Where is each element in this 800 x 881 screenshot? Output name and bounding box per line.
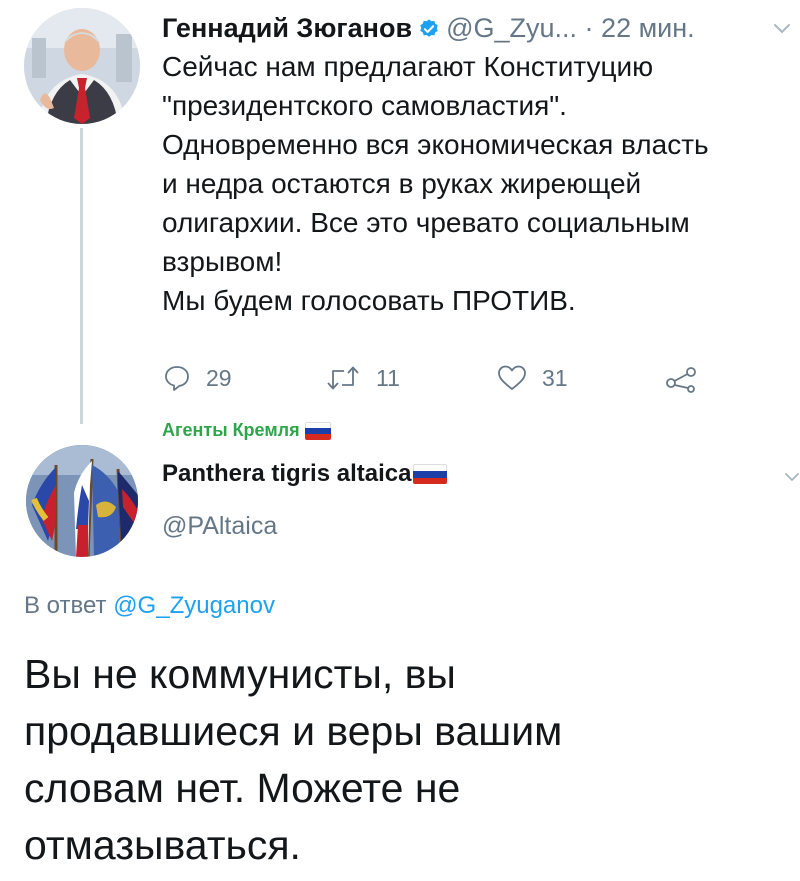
like-count: 31 — [542, 364, 568, 391]
reply-icon — [165, 366, 189, 391]
retweet-count: 11 — [376, 364, 400, 391]
reply-author-avatar[interactable] — [26, 445, 138, 557]
reply-author-name-row[interactable]: Panthera tigris altaica — [162, 460, 448, 488]
tweet-header: Геннадий Зюганов @G_Zyu... · 22 мин. — [162, 10, 695, 46]
reply-text-line: продавшиеся и веры вашим — [24, 708, 563, 754]
retweet-button[interactable]: 11 — [324, 360, 400, 396]
reply-to-mention-link[interactable]: @G_Zyuganov — [113, 592, 275, 619]
reply-to-context: В ответ @G_Zyuganov — [24, 592, 275, 620]
share-button[interactable] — [664, 360, 700, 396]
reply-author-handle[interactable]: @PAltaica — [162, 512, 277, 541]
chevron-down-icon[interactable] — [772, 22, 792, 36]
reply-button[interactable]: 29 — [162, 360, 232, 396]
author-name[interactable]: Геннадий Зюганов — [162, 13, 412, 43]
tweet-text-line: Сейчас нам предлагают Конституцию — [162, 51, 654, 82]
tweet-text-line: и недра остаются в руках жиреющей — [162, 168, 642, 199]
group-label-text: Агенты Кремля — [162, 420, 300, 440]
tweet-text-line: Одновременно вся экономическая власть — [162, 129, 709, 160]
heart-icon — [498, 365, 526, 390]
group-label: Агенты Кремля — [162, 420, 331, 441]
reply-text-line: отмазываться. — [24, 822, 301, 868]
reply-text-line: Вы не коммунисты, вы — [24, 651, 456, 697]
separator-dot: · — [584, 13, 594, 43]
russian-flag-icon — [304, 421, 331, 440]
tweet-text-line: Мы будем голосовать ПРОТИВ. — [162, 285, 576, 316]
tweet-text: Сейчас нам предлагают Конституцию "прези… — [162, 47, 798, 320]
tweet-text-line: олигархии. Все это чревато социальным — [162, 207, 690, 238]
reply-count: 29 — [206, 364, 232, 391]
avatar-photo-icon — [24, 8, 140, 124]
reply-author-name[interactable]: Panthera tigris altaica — [162, 460, 411, 488]
reply-text: Вы не коммунисты, вы продавшиеся и веры … — [24, 646, 744, 874]
tweet-text-line: взрывом! — [162, 246, 283, 277]
flags-avatar-icon — [26, 445, 138, 557]
like-button[interactable]: 31 — [496, 360, 568, 396]
author-handle[interactable]: @G_Zyu... — [446, 13, 577, 43]
tweet-text-line: "президентского самовластия". — [162, 90, 567, 121]
retweet-icon — [327, 366, 359, 390]
verified-badge-icon — [420, 19, 438, 37]
chevron-down-icon[interactable] — [784, 472, 800, 484]
tweet-timestamp[interactable]: 22 мин. — [601, 13, 695, 43]
author-avatar[interactable] — [24, 8, 140, 124]
reply-text-line: словам нет. Можете не — [24, 765, 461, 811]
reply-to-prefix: В ответ — [24, 592, 107, 619]
thread-connector-line — [80, 128, 83, 424]
russian-flag-icon — [413, 464, 448, 484]
share-icon — [666, 367, 696, 393]
